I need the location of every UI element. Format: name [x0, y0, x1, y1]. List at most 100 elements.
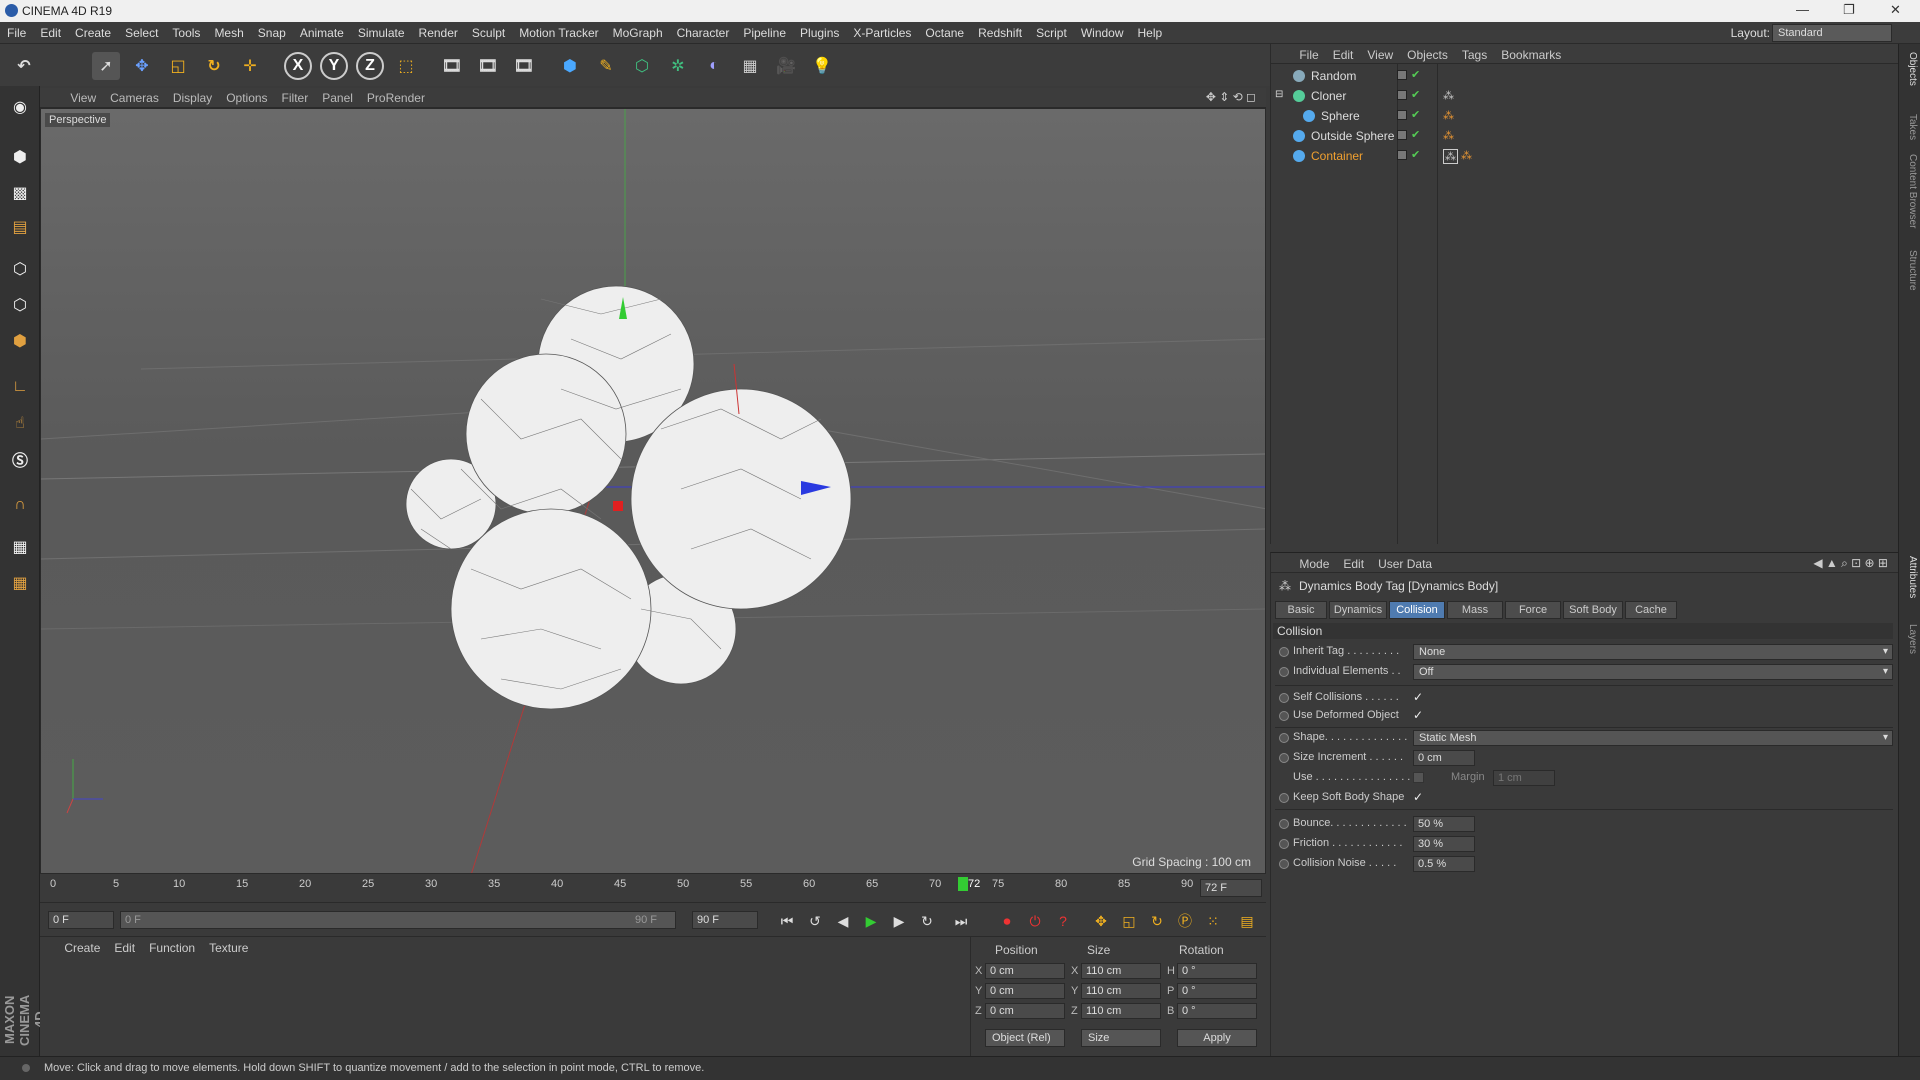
- axis-mode-icon[interactable]: ∟: [4, 372, 36, 402]
- workplane-icon[interactable]: ▤: [4, 212, 36, 242]
- prev-key-icon[interactable]: ↺: [804, 910, 826, 932]
- tweak-mode-icon[interactable]: ☝: [4, 408, 36, 438]
- use-deformed-checkbox[interactable]: ✓: [1413, 708, 1423, 722]
- obj-menu-file[interactable]: File: [1292, 44, 1325, 62]
- tab-mass[interactable]: Mass: [1447, 601, 1503, 619]
- snap-icon[interactable]: Ⓢ: [4, 444, 36, 474]
- planar-workplane-icon[interactable]: ▦: [4, 568, 36, 598]
- tab-force[interactable]: Force: [1505, 601, 1561, 619]
- render-view-icon[interactable]: 🎞: [438, 52, 466, 80]
- rot-h-field[interactable]: 0 °: [1177, 963, 1257, 979]
- enabled-check-icon[interactable]: ✔: [1411, 68, 1420, 81]
- lock-workplane-icon[interactable]: ▦: [4, 532, 36, 562]
- range-slider[interactable]: 0 F 90 F: [120, 911, 676, 929]
- make-editable-icon[interactable]: ◉: [4, 92, 36, 122]
- pen-icon[interactable]: ✎: [592, 52, 620, 80]
- cloner-icon[interactable]: ✲: [664, 52, 692, 80]
- tag-icon[interactable]: ⁂: [1443, 89, 1454, 102]
- menu-select[interactable]: Select: [118, 22, 165, 40]
- object-row-cloner[interactable]: ⊟ Cloner ✔ ⁂: [1271, 86, 1899, 106]
- viewport-menu-view[interactable]: View: [63, 88, 103, 105]
- enabled-check-icon[interactable]: ✔: [1411, 88, 1420, 101]
- material-menu-create[interactable]: Create: [57, 937, 107, 955]
- y-axis-icon[interactable]: Y: [320, 52, 348, 80]
- animate-toggle[interactable]: [1279, 667, 1289, 677]
- x-axis-icon[interactable]: X: [284, 52, 312, 80]
- minimize-icon[interactable]: —: [1796, 2, 1809, 17]
- floor-icon[interactable]: ▦: [736, 52, 764, 80]
- undo-icon[interactable]: ↶: [10, 52, 38, 80]
- key-scale-icon[interactable]: ◱: [1118, 910, 1140, 932]
- tab-dynamics[interactable]: Dynamics: [1329, 601, 1387, 619]
- strip-tab-takes[interactable]: Takes: [1902, 114, 1918, 140]
- size-x-field[interactable]: 110 cm: [1081, 963, 1161, 979]
- strip-tab-content-browser[interactable]: Content Browser: [1902, 154, 1918, 228]
- next-frame-icon[interactable]: ▶: [888, 910, 910, 932]
- material-menu-edit[interactable]: Edit: [107, 937, 142, 955]
- coordinate-system-icon[interactable]: ⬚: [392, 52, 420, 80]
- strip-tab-objects[interactable]: Objects: [1902, 52, 1918, 86]
- timeline-ruler[interactable]: 0 5 10 15 20 25 30 35 40 45 50 55 60 65 …: [40, 874, 1266, 902]
- attr-menu-user-data[interactable]: User Data: [1371, 553, 1439, 571]
- collision-noise-field[interactable]: 0.5 %: [1413, 856, 1475, 872]
- visibility-toggle[interactable]: [1397, 70, 1407, 80]
- tab-cache[interactable]: Cache: [1625, 601, 1677, 619]
- tag-icon[interactable]: ⁂: [1443, 109, 1454, 122]
- enabled-check-icon[interactable]: ✔: [1411, 128, 1420, 141]
- strip-tab-attributes[interactable]: Attributes: [1902, 556, 1918, 598]
- pos-z-field[interactable]: 0 cm: [985, 1003, 1065, 1019]
- loop-icon[interactable]: ↻: [916, 910, 938, 932]
- individual-elements-dropdown[interactable]: Off: [1413, 664, 1893, 680]
- goto-end-icon[interactable]: ⏭: [950, 910, 972, 932]
- animate-toggle[interactable]: [1279, 647, 1289, 657]
- viewport-menu-display[interactable]: Display: [166, 88, 219, 105]
- menu-animate[interactable]: Animate: [293, 22, 351, 40]
- keyframe-selection-icon[interactable]: ?: [1052, 910, 1074, 932]
- layout-dropdown[interactable]: Standard: [1772, 24, 1892, 42]
- self-collisions-checkbox[interactable]: ✓: [1413, 690, 1423, 704]
- object-row-sphere[interactable]: Sphere ✔ ⁂: [1271, 106, 1899, 126]
- menu-plugins[interactable]: Plugins: [793, 22, 846, 40]
- rot-b-field[interactable]: 0 °: [1177, 1003, 1257, 1019]
- animate-toggle[interactable]: [1279, 753, 1289, 763]
- viewport-perspective[interactable]: Perspective Grid Spacing : 100 cm: [40, 108, 1266, 874]
- current-frame-field[interactable]: 72 F: [1200, 879, 1262, 897]
- viewport-menu-prorender[interactable]: ProRender: [360, 88, 432, 105]
- tab-basic[interactable]: Basic: [1275, 601, 1327, 619]
- transform-icon[interactable]: ✛: [236, 52, 264, 80]
- keep-soft-body-shape-checkbox[interactable]: ✓: [1413, 790, 1423, 804]
- viewport-menu-filter[interactable]: Filter: [275, 88, 316, 105]
- menu-x-particles[interactable]: X-Particles: [846, 22, 918, 40]
- obj-menu-bookmarks[interactable]: Bookmarks: [1494, 44, 1568, 62]
- object-row-random[interactable]: Random ✔: [1271, 66, 1899, 86]
- magnet-icon[interactable]: ∩: [4, 490, 36, 520]
- obj-menu-edit[interactable]: Edit: [1326, 44, 1361, 62]
- attr-menu-mode[interactable]: Mode: [1292, 553, 1336, 571]
- light-icon[interactable]: 💡: [808, 52, 836, 80]
- model-mode-icon[interactable]: ⬢: [4, 142, 36, 172]
- menu-help[interactable]: Help: [1131, 22, 1170, 40]
- tag-icon[interactable]: ⁂: [1443, 129, 1454, 142]
- apply-button[interactable]: Apply: [1177, 1029, 1257, 1047]
- render-settings-icon[interactable]: 🎞: [510, 52, 538, 80]
- friction-field[interactable]: 30 %: [1413, 836, 1475, 852]
- points-mode-icon[interactable]: ⬡: [4, 254, 36, 284]
- size-y-field[interactable]: 110 cm: [1081, 983, 1161, 999]
- playhead[interactable]: [958, 877, 968, 891]
- subdivision-icon[interactable]: ⬡: [628, 52, 656, 80]
- restore-icon[interactable]: ❐: [1843, 2, 1855, 18]
- start-frame-field[interactable]: 0 F: [48, 911, 114, 929]
- menu-redshift[interactable]: Redshift: [971, 22, 1029, 40]
- object-row-container[interactable]: Container ✔ ⁂ ⁂: [1271, 146, 1899, 166]
- polygons-mode-icon[interactable]: ⬢: [4, 326, 36, 356]
- key-position-icon[interactable]: ✥: [1090, 910, 1112, 932]
- attr-nav-icons[interactable]: ◀ ▲ ⌕ ⊡ ⊕ ⊞: [1813, 556, 1888, 571]
- material-menu-function[interactable]: Function: [142, 937, 202, 955]
- animate-toggle[interactable]: [1279, 859, 1289, 869]
- prev-frame-icon[interactable]: ◀: [832, 910, 854, 932]
- select-icon[interactable]: ➚: [92, 52, 120, 80]
- shape-dropdown[interactable]: Static Mesh: [1413, 730, 1893, 746]
- autokey-icon[interactable]: ⏻: [1024, 910, 1046, 932]
- pos-y-field[interactable]: 0 cm: [985, 983, 1065, 999]
- visibility-toggle[interactable]: [1397, 90, 1407, 100]
